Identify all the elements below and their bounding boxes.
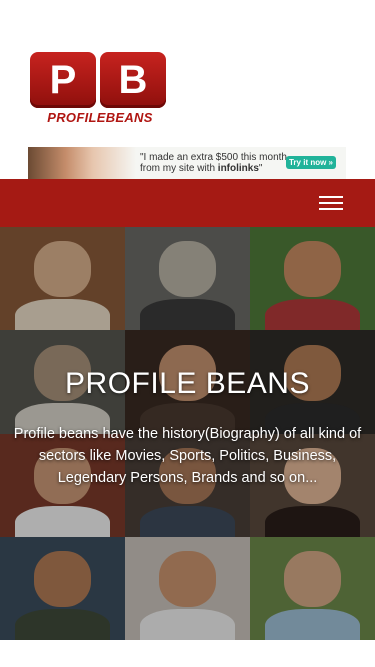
logo-letter-b: B (118, 58, 148, 102)
hamburger-line (319, 196, 343, 198)
hero-description: Profile beans have the history(Biography… (13, 426, 362, 486)
ad-quote-line2: from my site with (140, 163, 216, 174)
logo-wordmark: PROFILEBEANS (47, 110, 153, 125)
hamburger-line (319, 202, 343, 204)
ad-quote: "I made an extra $500 this month from my… (140, 152, 310, 174)
infolinks-ad-banner[interactable]: "I made an extra $500 this month from my… (28, 147, 346, 179)
logo-tile-p: P (30, 52, 96, 108)
logo-letter-p: P (49, 58, 77, 102)
profilebeans-logo[interactable]: P B PROFILEBEANS (30, 52, 168, 126)
hamburger-icon[interactable] (319, 196, 343, 210)
top-navbar (0, 179, 375, 227)
ad-brand-infolinks: infolinks (217, 163, 259, 174)
logo-tile-b: B (100, 52, 166, 108)
ad-quote-end: " (258, 163, 263, 174)
hero-section: PROFILE BEANS Profile beans have the his… (0, 227, 375, 640)
ad-quote-line1: "I made an extra $500 this month (140, 152, 287, 163)
hero-title: PROFILE BEANS (65, 367, 310, 400)
ad-person-photo (28, 147, 136, 179)
ad-try-it-now-button[interactable]: Try it now » (286, 156, 336, 169)
hamburger-line (319, 208, 343, 210)
